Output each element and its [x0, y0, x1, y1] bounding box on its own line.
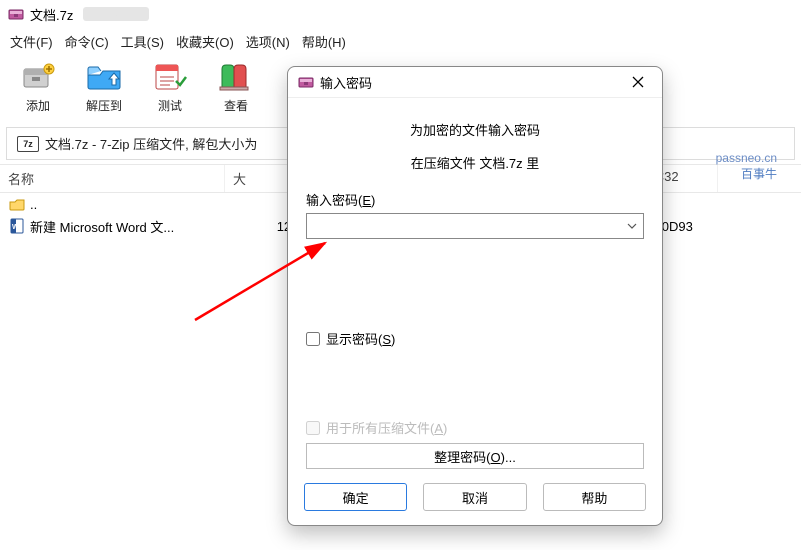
password-input[interactable]: [306, 213, 644, 239]
watermark-line2: 百事牛: [716, 166, 777, 182]
dialog-titlebar: 输入密码: [288, 67, 662, 98]
tool-view[interactable]: 查看: [212, 61, 260, 114]
tool-view-label: 查看: [224, 97, 248, 114]
cancel-button[interactable]: 取消: [423, 483, 526, 511]
close-button[interactable]: [624, 68, 652, 96]
menu-help[interactable]: 帮助(H): [302, 32, 346, 51]
menu-command[interactable]: 命令(C): [65, 32, 109, 51]
watermark-line1: passneo.cn: [716, 150, 777, 166]
test-icon: [150, 61, 190, 93]
password-dialog: 输入密码 为加密的文件输入密码 在压缩文件 文档.7z 里 输入密码(E) 显示…: [287, 66, 663, 526]
svg-text:W: W: [12, 224, 19, 231]
add-icon: [18, 61, 58, 93]
menu-file[interactable]: 文件(F): [10, 32, 53, 51]
dialog-buttons: 确定 取消 帮助: [288, 473, 662, 525]
dialog-body: 为加密的文件输入密码 在压缩文件 文档.7z 里 输入密码(E) 显示密码(S)…: [288, 98, 662, 473]
col-name[interactable]: 名称: [0, 165, 225, 192]
ok-button[interactable]: 确定: [304, 483, 407, 511]
all-archives-checkbox: 用于所有压缩文件(A): [306, 418, 644, 437]
tool-add[interactable]: 添加: [14, 61, 62, 114]
show-password-input[interactable]: [306, 332, 320, 346]
archive-icon: 7z: [17, 136, 39, 152]
watermark: passneo.cn 百事牛: [716, 150, 777, 182]
tool-add-label: 添加: [26, 97, 50, 114]
folder-up-icon: [8, 196, 26, 212]
tool-test-label: 测试: [158, 97, 182, 114]
tool-extract-label: 解压到: [86, 97, 122, 114]
window-title: 文档.7z: [30, 5, 73, 24]
titlebar: 文档.7z x: [0, 0, 801, 28]
title-blurred: x: [83, 7, 149, 21]
dialog-info2: 在压缩文件 文档.7z 里: [306, 153, 644, 172]
winrar-icon: [298, 74, 314, 90]
view-icon: [216, 61, 256, 93]
menu-favorites[interactable]: 收藏夹(O): [176, 32, 234, 51]
dialog-title: 输入密码: [320, 73, 624, 92]
winrar-icon: [8, 6, 24, 22]
close-icon: [632, 76, 644, 88]
menu-options[interactable]: 选项(N): [246, 32, 290, 51]
manage-passwords-button[interactable]: 整理密码(O)...: [306, 443, 644, 469]
menubar: 文件(F) 命令(C) 工具(S) 收藏夹(O) 选项(N) 帮助(H): [0, 28, 801, 55]
tool-test[interactable]: 测试: [146, 61, 194, 114]
list-item-name: ..: [30, 197, 230, 212]
list-item-name: 新建 Microsoft Word 文...: [30, 217, 230, 236]
menu-tool[interactable]: 工具(S): [121, 32, 164, 51]
show-password-checkbox[interactable]: 显示密码(S): [306, 329, 644, 348]
extract-icon: [84, 61, 124, 93]
help-button[interactable]: 帮助: [543, 483, 646, 511]
tool-extract[interactable]: 解压到: [80, 61, 128, 114]
docx-icon: W: [8, 218, 26, 234]
password-combo: [306, 213, 644, 239]
password-label: 输入密码(E): [306, 190, 644, 209]
dialog-info1: 为加密的文件输入密码: [306, 120, 644, 139]
location-text: 文档.7z - 7-Zip 压缩文件, 解包大小为: [45, 134, 257, 153]
all-archives-input: [306, 421, 320, 435]
